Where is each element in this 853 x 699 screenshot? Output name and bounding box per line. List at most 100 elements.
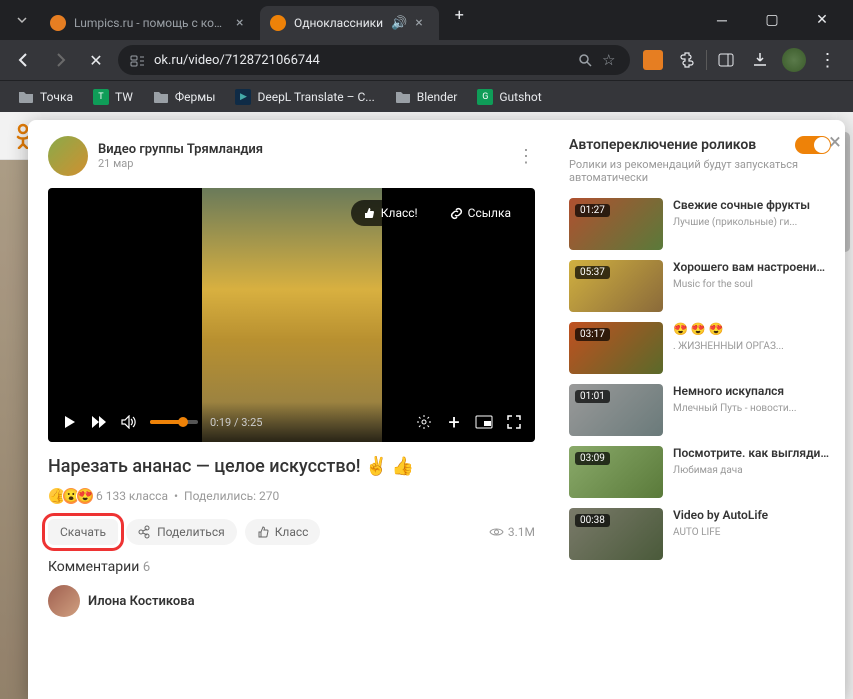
browser-toolbar: ✕ ok.ru/video/7128721066744 ☆ ⋮ bbox=[0, 40, 853, 80]
video-modal: × Видео группы Трямландия 21 мар ⋮ Класс… bbox=[28, 120, 845, 699]
forward-button[interactable] bbox=[46, 46, 74, 74]
rec-duration: 03:09 bbox=[575, 452, 610, 465]
download-button[interactable]: Скачать bbox=[48, 519, 118, 545]
bookmark-item[interactable]: Фермы bbox=[145, 86, 224, 108]
post-menu-button[interactable]: ⋮ bbox=[517, 146, 535, 167]
post-header: Видео группы Трямландия 21 мар ⋮ bbox=[48, 136, 535, 176]
video-player[interactable]: Класс! Ссылка 0:19 / 3:25 + bbox=[48, 188, 535, 442]
download-label: Скачать bbox=[60, 525, 106, 539]
recommendation-item[interactable]: 05:37 Хорошего вам настроения! 😄 😄 😄 Mus… bbox=[569, 260, 831, 312]
maximize-button[interactable]: ▢ bbox=[749, 4, 795, 36]
video-controls: 0:19 / 3:25 + bbox=[48, 402, 535, 442]
class-button[interactable]: Класс bbox=[245, 519, 321, 545]
likes-count[interactable]: 6 133 класса bbox=[96, 489, 168, 503]
play-button[interactable] bbox=[60, 413, 78, 431]
search-icon-omnibox[interactable] bbox=[578, 52, 594, 68]
rec-duration: 01:01 bbox=[575, 390, 610, 403]
tab-inactive[interactable]: Lumpics.ru - помощь с компью × bbox=[40, 6, 260, 40]
settings-button[interactable] bbox=[415, 413, 433, 431]
favicon-icon: G bbox=[477, 89, 493, 105]
fullscreen-button[interactable] bbox=[505, 413, 523, 431]
rec-duration: 00:38 bbox=[575, 514, 610, 527]
bookmark-star-icon[interactable]: ☆ bbox=[602, 52, 618, 68]
rec-thumbnail: 00:38 bbox=[569, 508, 663, 560]
share-icon bbox=[138, 525, 152, 539]
modal-sidebar: Автопереключение роликов Ролики из реком… bbox=[555, 120, 845, 699]
new-tab-button[interactable]: + bbox=[445, 0, 473, 28]
rec-thumbnail: 03:09 bbox=[569, 446, 663, 498]
modal-close-button[interactable]: × bbox=[821, 128, 849, 156]
toolbar-icons: ⋮ bbox=[638, 45, 843, 75]
rec-subtitle: Лучшие (прикольные) ги... bbox=[673, 217, 831, 228]
downloads-button[interactable] bbox=[745, 45, 775, 75]
comment-item[interactable]: Илона Костикова bbox=[48, 585, 535, 617]
bookmark-item[interactable]: T TW bbox=[85, 85, 141, 109]
bookmark-item[interactable]: ▶ DeepL Translate – С... bbox=[227, 85, 382, 109]
author-avatar[interactable] bbox=[48, 136, 88, 176]
tab-search-button[interactable] bbox=[12, 10, 32, 30]
minimize-button[interactable]: ─ bbox=[699, 4, 745, 36]
close-button[interactable]: ✕ bbox=[799, 4, 845, 36]
rec-title: Посмотрите. как выглядит... bbox=[673, 446, 831, 462]
thumbs-up-icon bbox=[363, 207, 376, 220]
commenter-name[interactable]: Илона Костикова bbox=[88, 594, 195, 609]
back-button[interactable] bbox=[10, 46, 38, 74]
recommendation-item[interactable]: 03:09 Посмотрите. как выглядит... Любима… bbox=[569, 446, 831, 498]
autoplay-description: Ролики из рекомендаций будут запускаться… bbox=[569, 158, 831, 184]
video-title: Нарезать ананас — целое искусство! ✌️ 👍 bbox=[48, 456, 535, 477]
pip-button[interactable] bbox=[475, 413, 493, 431]
toolbar-separator bbox=[706, 50, 707, 70]
bookmark-item[interactable]: Blender bbox=[387, 86, 466, 108]
bookmark-label: Gutshot bbox=[499, 90, 541, 104]
overlay-class-button[interactable]: Класс! bbox=[351, 200, 430, 226]
window-titlebar: Lumpics.ru - помощь с компью × Однокласс… bbox=[0, 0, 853, 40]
tab-title: Lumpics.ru - помощь с компью bbox=[74, 16, 228, 30]
tab-strip: Lumpics.ru - помощь с компью × Однокласс… bbox=[40, 0, 699, 40]
extensions-button[interactable] bbox=[672, 45, 702, 75]
close-icon[interactable]: × bbox=[236, 16, 250, 30]
rec-duration: 05:37 bbox=[575, 266, 610, 279]
tab-active[interactable]: Одноклассники 🔊 × bbox=[260, 6, 439, 40]
profile-button[interactable] bbox=[779, 45, 809, 75]
close-icon[interactable]: × bbox=[415, 16, 429, 30]
tab-audio-icon[interactable]: 🔊 bbox=[391, 16, 407, 31]
bookmark-item[interactable]: Точка bbox=[10, 86, 81, 108]
address-bar[interactable]: ok.ru/video/7128721066744 ☆ bbox=[118, 45, 630, 75]
page-content: 1 OKtools Искать на сай bbox=[0, 112, 853, 699]
site-settings-icon[interactable] bbox=[130, 52, 146, 68]
volume-button[interactable] bbox=[120, 413, 138, 431]
share-button[interactable]: Поделиться bbox=[126, 519, 237, 545]
modal-main: Видео группы Трямландия 21 мар ⋮ Класс! … bbox=[28, 120, 555, 699]
recommendation-item[interactable]: 01:01 Немного искупался Млечный Путь - н… bbox=[569, 384, 831, 436]
recommendation-item[interactable]: 00:38 Video by AutoLife AUTO LIFE bbox=[569, 508, 831, 560]
recommendation-item[interactable]: 01:27 Свежие сочные фрукты Лучшие (прико… bbox=[569, 198, 831, 250]
volume-slider[interactable] bbox=[150, 420, 198, 424]
favicon-icon: ▶ bbox=[235, 89, 251, 105]
menu-button[interactable]: ⋮ bbox=[813, 45, 843, 75]
add-button[interactable]: + bbox=[445, 413, 463, 431]
side-panel-button[interactable] bbox=[711, 45, 741, 75]
extension-icon[interactable] bbox=[638, 45, 668, 75]
next-button[interactable] bbox=[90, 413, 108, 431]
rec-thumbnail: 01:27 bbox=[569, 198, 663, 250]
overlay-link-button[interactable]: Ссылка bbox=[438, 200, 523, 226]
bookmark-label: TW bbox=[115, 90, 133, 104]
url-text: ok.ru/video/7128721066744 bbox=[154, 53, 570, 68]
rec-duration: 01:27 bbox=[575, 204, 610, 217]
bookmark-label: DeepL Translate – С... bbox=[257, 90, 374, 104]
author-name[interactable]: Видео группы Трямландия bbox=[98, 142, 263, 157]
bookmark-label: Точка bbox=[40, 90, 73, 104]
overlay-link-label: Ссылка bbox=[468, 206, 511, 220]
shares-count[interactable]: Поделились: 270 bbox=[184, 489, 279, 503]
commenter-avatar[interactable] bbox=[48, 585, 80, 617]
rec-subtitle: AUTO LIFE bbox=[673, 527, 831, 538]
rec-subtitle: . ЖИЗНЕННЫЙ ОРГАЗ... bbox=[673, 341, 831, 352]
eye-icon bbox=[489, 527, 504, 537]
bookmark-item[interactable]: G Gutshot bbox=[469, 85, 549, 109]
reaction-icons[interactable]: 👍 😮 😍 bbox=[48, 487, 90, 505]
stop-button[interactable]: ✕ bbox=[82, 46, 110, 74]
action-row: Скачать Поделиться Класс 3.1M bbox=[48, 519, 535, 545]
recommendation-item[interactable]: 03:17 😍 😍 😍 . ЖИЗНЕННЫЙ ОРГАЗ... bbox=[569, 322, 831, 374]
post-date: 21 мар bbox=[98, 157, 263, 170]
video-time: 0:19 / 3:25 bbox=[210, 416, 262, 429]
